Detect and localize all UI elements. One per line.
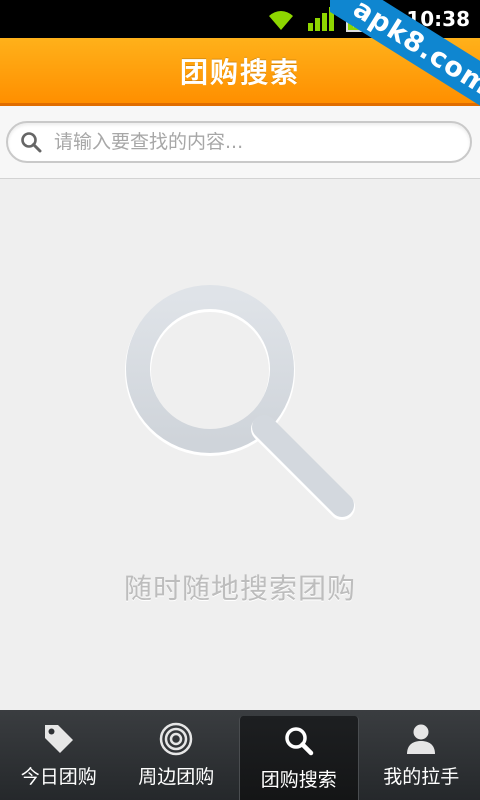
- battery-icon: [346, 6, 363, 32]
- tab-label: 周边团购: [138, 765, 215, 788]
- search-icon: [21, 132, 42, 153]
- alarm-icon: [375, 10, 394, 28]
- radar-icon: [160, 722, 193, 755]
- title-bar: 团购搜索: [0, 38, 480, 106]
- search-icon: [285, 726, 313, 755]
- user-icon: [407, 724, 436, 754]
- empty-state: 随时随地搜索团购: [0, 179, 480, 710]
- tag-icon: [44, 724, 73, 753]
- tab-label: 我的拉手: [383, 765, 460, 788]
- status-bar: 10:38: [0, 0, 480, 38]
- search-bar: [0, 106, 480, 179]
- tab-label: 今日团购: [20, 765, 97, 788]
- empty-state-message: 随时随地搜索团购: [123, 572, 356, 605]
- tab-label: 团购搜索: [260, 768, 337, 791]
- tab-deal-search[interactable]: 团购搜索: [239, 716, 359, 800]
- signal-icon: [308, 7, 335, 31]
- page-title: 团购搜索: [179, 55, 300, 89]
- wifi-icon: [269, 11, 294, 30]
- search-input[interactable]: [52, 130, 456, 154]
- status-time: 10:38: [406, 7, 470, 31]
- search-field[interactable]: [6, 121, 472, 163]
- status-icons: 10:38: [266, 0, 470, 38]
- tab-my-lashou[interactable]: 我的拉手: [363, 710, 480, 800]
- tab-today-deals[interactable]: 今日团购: [0, 710, 118, 800]
- bottom-tab-bar: 今日团购 周边团购 团购搜索 我的拉手: [0, 710, 480, 800]
- magnifier-illustration-icon: [125, 285, 355, 520]
- tab-nearby-deals[interactable]: 周边团购: [118, 710, 236, 800]
